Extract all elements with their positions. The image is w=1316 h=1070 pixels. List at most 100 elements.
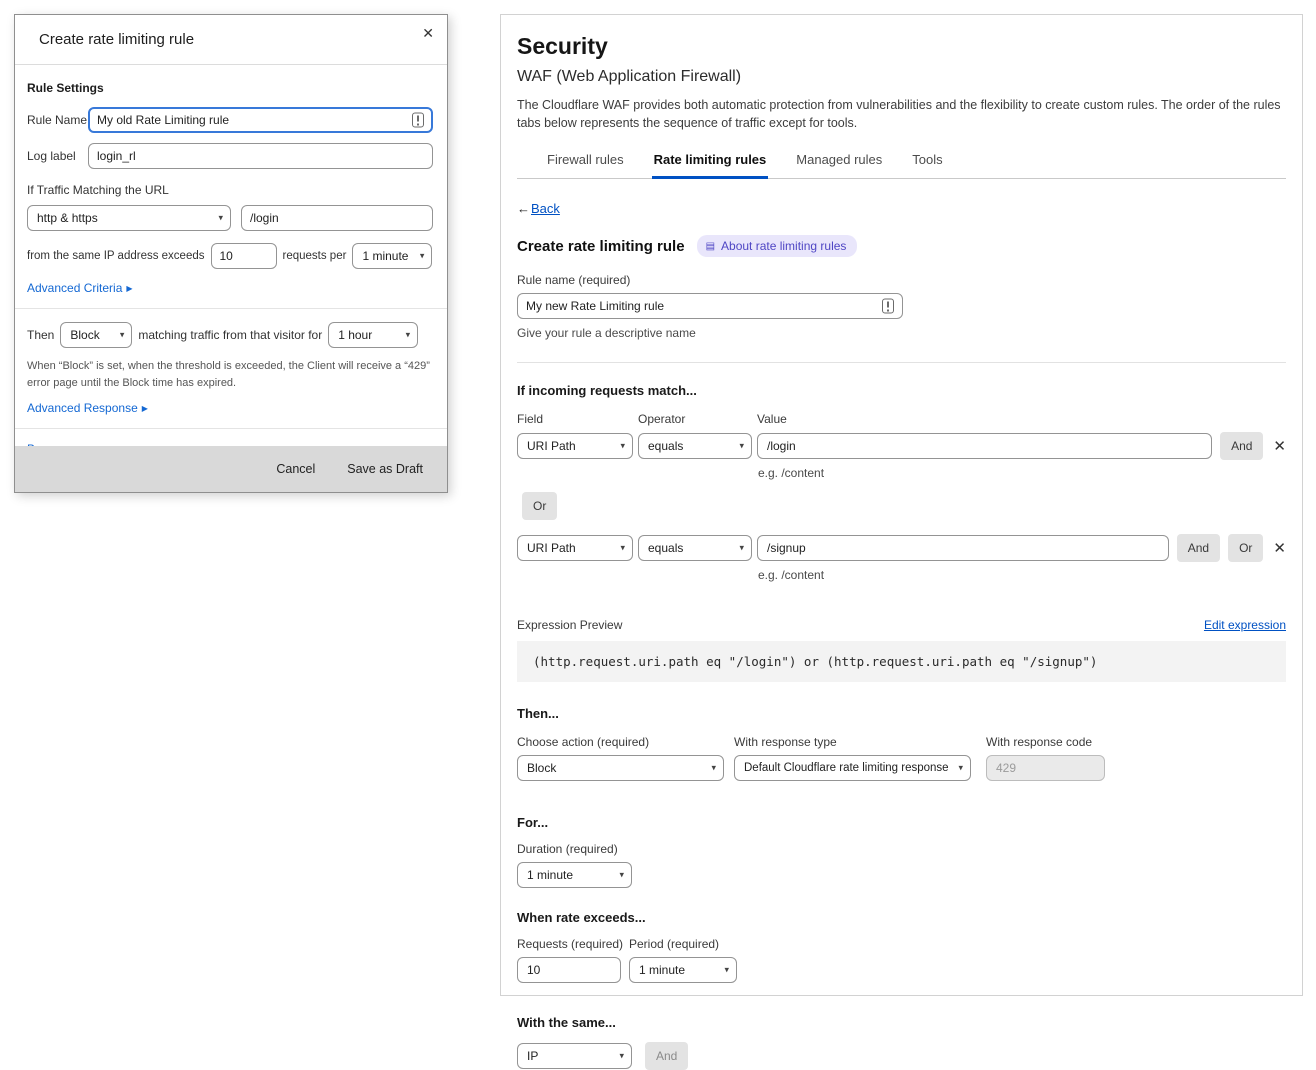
period-label: Period (required) bbox=[629, 937, 719, 951]
then-mid-label: matching traffic from that visitor for bbox=[138, 328, 322, 342]
choose-action-label: Choose action (required) bbox=[517, 735, 724, 749]
autofill-icon bbox=[412, 113, 424, 128]
chevron-down-icon: ▾ bbox=[218, 213, 223, 224]
tab-managed-rules[interactable]: Managed rules bbox=[794, 148, 884, 179]
match-row: URI Path ▾ equals ▾ And ✕ bbox=[517, 432, 1286, 460]
action-select[interactable]: Block ▾ bbox=[60, 322, 132, 348]
cancel-button[interactable]: Cancel bbox=[276, 462, 315, 476]
value-input[interactable] bbox=[757, 535, 1169, 561]
triangle-right-icon: ▶ bbox=[142, 404, 148, 413]
action-select[interactable]: Block ▾ bbox=[517, 755, 724, 781]
threshold-input[interactable] bbox=[211, 243, 277, 269]
dialog-footer: Cancel Save as Draft bbox=[15, 446, 447, 492]
and-button[interactable]: And bbox=[1177, 534, 1220, 562]
same-section-heading: With the same... bbox=[517, 1015, 1286, 1030]
value-input[interactable] bbox=[757, 433, 1212, 459]
response-type-label: With response type bbox=[734, 735, 971, 749]
block-note-text: When “Block” is set, when the threshold … bbox=[27, 358, 433, 391]
add-characteristic-and-button[interactable]: And bbox=[645, 1042, 688, 1070]
then-section-heading: Then... bbox=[517, 706, 1286, 721]
traffic-matching-label: If Traffic Matching the URL bbox=[27, 183, 433, 197]
value-column-label: Value bbox=[757, 412, 787, 426]
advanced-response-link[interactable]: Advanced Response ▶ bbox=[27, 401, 148, 415]
response-type-select[interactable]: Default Cloudflare rate limiting respons… bbox=[734, 755, 971, 781]
chevron-down-icon: ▾ bbox=[619, 870, 624, 881]
back-arrow-icon: ← bbox=[517, 201, 530, 216]
waf-description: The Cloudflare WAF provides both automat… bbox=[517, 96, 1286, 132]
remove-condition-icon[interactable]: ✕ bbox=[1273, 437, 1286, 455]
create-rule-heading: Create rate limiting rule bbox=[517, 238, 685, 255]
or-connector-button[interactable]: Or bbox=[522, 492, 557, 520]
requests-input[interactable] bbox=[517, 957, 621, 983]
for-section-heading: For... bbox=[517, 815, 1286, 830]
save-as-draft-button[interactable]: Save as Draft bbox=[347, 462, 423, 476]
edit-expression-link[interactable]: Edit expression bbox=[1204, 618, 1286, 632]
divider bbox=[517, 362, 1286, 363]
rule-settings-heading: Rule Settings bbox=[27, 81, 433, 95]
chevron-down-icon: ▾ bbox=[724, 965, 729, 976]
chevron-down-icon: ▾ bbox=[406, 330, 411, 341]
field-select[interactable]: URI Path ▾ bbox=[517, 535, 633, 561]
page-title: Security bbox=[517, 33, 1286, 60]
tab-firewall-rules[interactable]: Firewall rules bbox=[545, 148, 626, 179]
triangle-right-icon: ▶ bbox=[126, 284, 132, 293]
dialog-body: Rule Settings Rule Name Log label If Tra… bbox=[15, 65, 447, 456]
close-icon[interactable]: ✕ bbox=[422, 25, 434, 42]
rule-name-help: Give your rule a descriptive name bbox=[517, 326, 1286, 340]
tab-rate-limiting-rules[interactable]: Rate limiting rules bbox=[652, 148, 769, 179]
value-hint: e.g. /content bbox=[758, 568, 1286, 582]
chevron-down-icon: ▾ bbox=[739, 441, 744, 452]
block-duration-select[interactable]: 1 hour ▾ bbox=[328, 322, 418, 348]
requests-label: Requests (required) bbox=[517, 937, 629, 951]
rule-name-input[interactable] bbox=[88, 107, 433, 133]
operator-column-label: Operator bbox=[638, 412, 757, 426]
response-code-input bbox=[986, 755, 1105, 781]
chevron-down-icon: ▾ bbox=[958, 763, 963, 774]
value-hint: e.g. /content bbox=[758, 466, 1286, 480]
duration-select[interactable]: 1 minute ▾ bbox=[517, 862, 632, 888]
field-column-label: Field bbox=[517, 412, 638, 426]
match-row: URI Path ▾ equals ▾ And Or ✕ bbox=[517, 534, 1286, 562]
rule-name-input[interactable] bbox=[517, 293, 903, 319]
chevron-down-icon: ▾ bbox=[739, 543, 744, 554]
chevron-down-icon: ▾ bbox=[620, 543, 625, 554]
tab-tools[interactable]: Tools bbox=[910, 148, 944, 179]
requests-per-label: requests per bbox=[283, 250, 347, 262]
advanced-criteria-link[interactable]: Advanced Criteria ▶ bbox=[27, 281, 133, 295]
page-subtitle: WAF (Web Application Firewall) bbox=[517, 68, 1286, 86]
period-select[interactable]: 1 minute ▾ bbox=[352, 243, 432, 269]
chevron-down-icon: ▾ bbox=[120, 330, 125, 341]
url-input[interactable] bbox=[241, 205, 433, 231]
back-link[interactable]: ← Back bbox=[517, 201, 560, 216]
rule-name-label: Rule Name bbox=[27, 113, 88, 127]
operator-select[interactable]: equals ▾ bbox=[638, 535, 752, 561]
dialog-title: Create rate limiting rule bbox=[39, 31, 194, 48]
divider bbox=[15, 428, 447, 429]
remove-condition-icon[interactable]: ✕ bbox=[1273, 539, 1286, 557]
chevron-down-icon: ▾ bbox=[620, 441, 625, 452]
divider bbox=[15, 308, 447, 309]
exceeds-prefix-label: from the same IP address exceeds bbox=[27, 250, 205, 262]
and-button[interactable]: And bbox=[1220, 432, 1263, 460]
about-rate-limiting-rules-badge[interactable]: ▤ About rate limiting rules bbox=[697, 235, 858, 257]
rule-name-label: Rule name (required) bbox=[517, 273, 1286, 287]
autofill-icon bbox=[882, 299, 894, 314]
period-select[interactable]: 1 minute ▾ bbox=[629, 957, 737, 983]
dialog-header: Create rate limiting rule ✕ bbox=[15, 15, 447, 65]
security-waf-panel: Security WAF (Web Application Firewall) … bbox=[500, 14, 1303, 996]
operator-select[interactable]: equals ▾ bbox=[638, 433, 752, 459]
response-code-label: With response code bbox=[986, 735, 1105, 749]
chevron-down-icon: ▾ bbox=[420, 251, 425, 262]
chevron-down-icon: ▾ bbox=[619, 1051, 624, 1062]
rate-section-heading: When rate exceeds... bbox=[517, 910, 1286, 925]
create-rate-limiting-rule-dialog: Create rate limiting rule ✕ Rule Setting… bbox=[14, 14, 448, 493]
log-label-input[interactable] bbox=[88, 143, 433, 169]
scheme-select[interactable]: http & https ▾ bbox=[27, 205, 231, 231]
or-button[interactable]: Or bbox=[1228, 534, 1263, 562]
characteristic-select[interactable]: IP ▾ bbox=[517, 1043, 632, 1069]
field-select[interactable]: URI Path ▾ bbox=[517, 433, 633, 459]
waf-tabs: Firewall rules Rate limiting rules Manag… bbox=[517, 148, 1286, 179]
match-section-heading: If incoming requests match... bbox=[517, 383, 1286, 398]
log-label-label: Log label bbox=[27, 149, 88, 163]
then-label: Then bbox=[27, 328, 54, 342]
